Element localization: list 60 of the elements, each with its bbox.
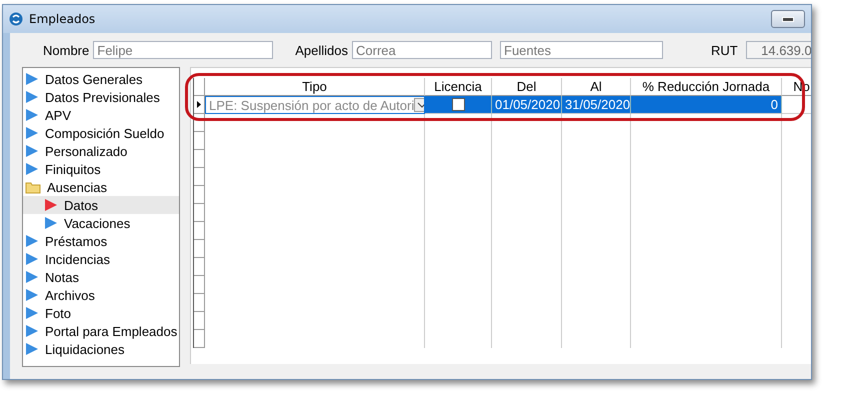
tree-item[interactable]: Foto [23, 304, 179, 322]
triangle-icon [25, 306, 39, 320]
table-row[interactable]: LPE: Suspensión por acto de Autori 01/05/2020 31/05/2020 0 [194, 96, 811, 114]
triangle-icon [25, 90, 39, 104]
tree-item[interactable]: Datos Generales [23, 70, 179, 88]
row-header [194, 240, 205, 258]
triangle-icon [25, 270, 39, 284]
input-field[interactable]: Felipe [93, 41, 274, 59]
triangle-icon [25, 144, 39, 158]
table-cell: 31/05/2020 [562, 96, 631, 114]
tree-item[interactable]: Ausencias [23, 178, 179, 196]
tree-item[interactable]: Portal para Empleados [23, 322, 179, 340]
app-logo-icon [9, 12, 23, 26]
tree-item[interactable]: Datos Previsionales [23, 88, 179, 106]
row-header [194, 78, 205, 96]
dropdown-field[interactable]: LPE: Suspensión por acto de Autori [205, 96, 425, 114]
row-header [194, 258, 205, 276]
row-pointer-icon [197, 101, 201, 108]
tree-item[interactable]: Incidencias [23, 250, 179, 268]
row-header [194, 312, 205, 330]
row-header [194, 168, 205, 186]
input-field[interactable]: Fuentes [500, 41, 664, 59]
triangle-icon [25, 342, 39, 356]
triangle-icon [25, 234, 39, 248]
field-label: Nombre [43, 42, 90, 58]
triangle-icon [44, 198, 58, 212]
table-cell: 01/05/2020 [492, 96, 562, 114]
input-field[interactable]: Correa [352, 41, 492, 59]
window-title: Empleados [29, 12, 96, 26]
triangle-icon [25, 108, 39, 122]
triangle-icon [25, 324, 39, 338]
triangle-icon [25, 126, 39, 140]
tree-item[interactable]: Préstamos [23, 232, 179, 250]
tree-item[interactable]: Finiquitos [23, 160, 179, 178]
triangle-icon [25, 162, 39, 176]
tree-item[interactable]: Vacaciones [23, 214, 179, 232]
tree-item[interactable]: Notas [23, 268, 179, 286]
triangle-icon [25, 252, 39, 266]
tree-item[interactable]: Composición Sueldo [23, 124, 179, 142]
checkbox[interactable] [452, 98, 464, 111]
row-header [194, 204, 205, 222]
field-label: Apellidos [295, 42, 348, 58]
table-cell: 0 [631, 96, 782, 114]
input-field[interactable]: 14.639.0 [746, 41, 811, 59]
tree-item[interactable]: APV [23, 106, 179, 124]
triangle-icon [25, 72, 39, 86]
tree-item[interactable]: Datos [23, 196, 179, 214]
triangle-icon [25, 288, 39, 302]
tree-item[interactable]: Personalizado [23, 142, 179, 160]
triangle-icon [44, 216, 58, 230]
row-header [194, 330, 205, 348]
row-header [194, 222, 205, 240]
row-header [194, 186, 205, 204]
row-header [194, 150, 205, 168]
tree-item[interactable]: Archivos [23, 286, 179, 304]
row-header [194, 294, 205, 312]
tree-item[interactable]: Liquidaciones [23, 340, 179, 358]
minimize-button[interactable] [771, 10, 805, 28]
field-label: RUT [711, 42, 738, 58]
row-header [194, 276, 205, 294]
